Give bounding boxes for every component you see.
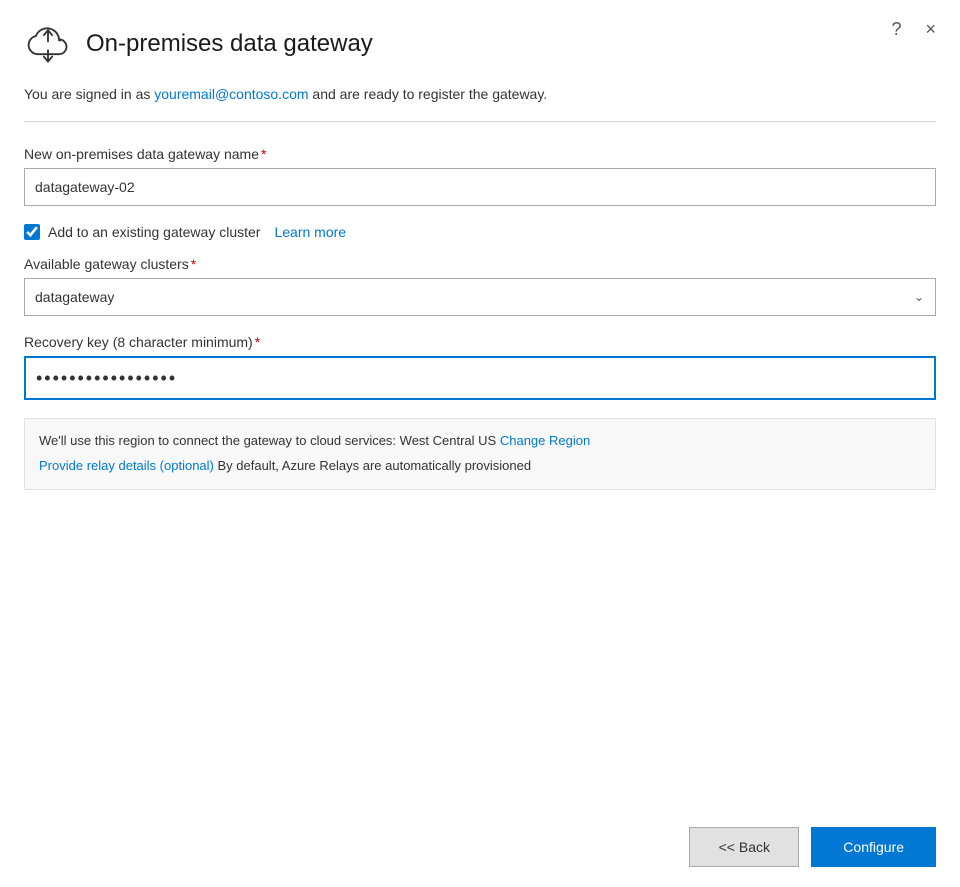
configure-button[interactable]: Configure — [811, 827, 936, 867]
dialog-footer: << Back Configure — [0, 807, 960, 887]
gateway-name-group: New on-premises data gateway name* — [24, 146, 936, 206]
recovery-key-group: Recovery key (8 character minimum)* — [24, 334, 936, 400]
gateway-name-label: New on-premises data gateway name* — [24, 146, 936, 162]
cluster-label: Available gateway clusters* — [24, 256, 936, 272]
learn-more-link[interactable]: Learn more — [274, 224, 346, 240]
cluster-group: Available gateway clusters* datagateway … — [24, 256, 936, 316]
subtitle-suffix: and are ready to register the gateway. — [309, 86, 548, 102]
title-area: On-premises data gateway — [24, 20, 936, 68]
back-button[interactable]: << Back — [689, 827, 799, 867]
dialog-body: New on-premises data gateway name* Add t… — [0, 122, 960, 807]
dialog-header: On-premises data gateway ? × — [0, 0, 960, 84]
recovery-key-input[interactable] — [24, 356, 936, 400]
recovery-required: * — [255, 334, 260, 350]
add-to-cluster-checkbox[interactable] — [24, 224, 40, 240]
subtitle-prefix: You are signed in as — [24, 86, 154, 102]
cluster-required: * — [191, 256, 196, 272]
close-button[interactable]: × — [921, 16, 940, 42]
dialog-title: On-premises data gateway — [86, 30, 373, 58]
cluster-select[interactable]: datagateway — [24, 278, 936, 316]
help-button[interactable]: ? — [887, 16, 905, 42]
cloud-gateway-icon — [24, 20, 72, 68]
required-indicator: * — [261, 146, 266, 162]
cluster-select-wrapper: datagateway ⌄ — [24, 278, 936, 316]
recovery-key-label: Recovery key (8 character minimum)* — [24, 334, 936, 350]
relay-row: Provide relay details (optional) By defa… — [39, 456, 921, 477]
gateway-name-input[interactable] — [24, 168, 936, 206]
subtitle-email: youremail@contoso.com — [154, 86, 308, 102]
subtitle-area: You are signed in as youremail@contoso.c… — [0, 84, 960, 121]
info-region-text: We'll use this region to connect the gat… — [39, 431, 921, 452]
on-premises-gateway-dialog: On-premises data gateway ? × You are sig… — [0, 0, 960, 887]
checkbox-row: Add to an existing gateway cluster Learn… — [24, 224, 936, 240]
checkbox-label: Add to an existing gateway cluster — [48, 224, 260, 240]
change-region-link[interactable]: Change Region — [500, 433, 590, 448]
info-box: We'll use this region to connect the gat… — [24, 418, 936, 490]
relay-text: By default, Azure Relays are automatical… — [214, 458, 531, 473]
relay-details-link[interactable]: Provide relay details (optional) — [39, 458, 214, 473]
header-actions: ? × — [887, 16, 940, 42]
